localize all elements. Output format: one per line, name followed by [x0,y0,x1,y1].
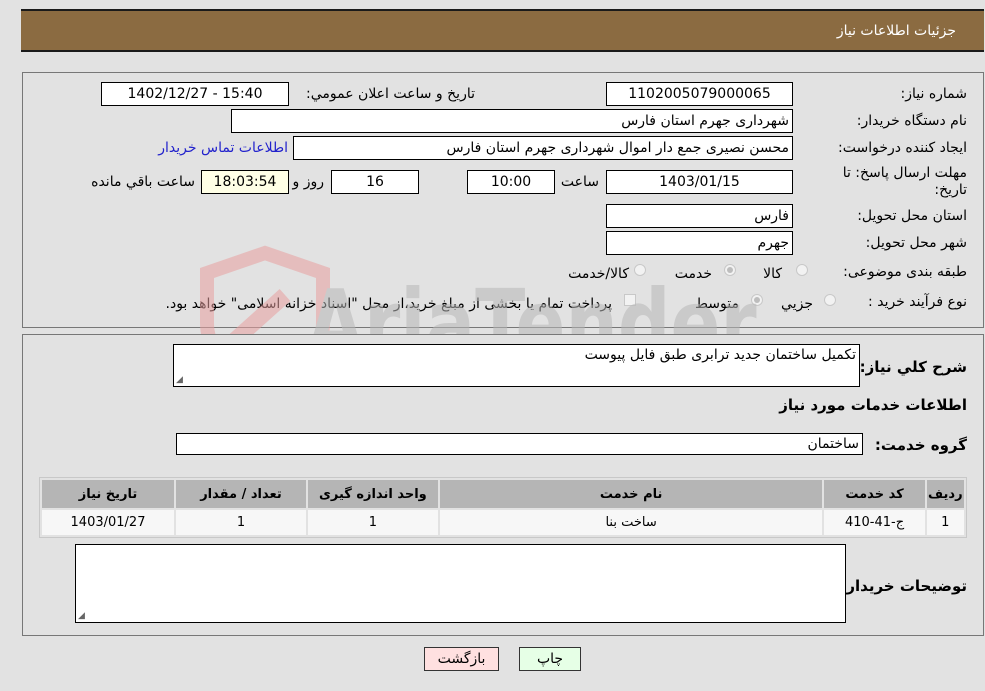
table-row: 1 ج-41-410 ساخت بنا 1 1 1403/01/27 [42,510,964,535]
services-heading: اطلاعات خدمات مورد نیاز [779,396,967,414]
creator-label: ایجاد کننده درخواست: [838,140,967,156]
category-radio-goods[interactable] [796,264,808,276]
service-group-field: ساختمان [176,433,863,455]
remaining-time-field: 18:03:54 [201,170,289,194]
days-label: روز و [292,174,325,190]
announce-label: تاریخ و ساعت اعلان عمومي: [306,86,475,102]
deadline-time-label: ساعت [560,174,599,190]
process-radio-minor[interactable] [824,294,836,306]
process-option-minor: جزیي [781,296,813,312]
category-label: طبقه بندی موضوعی: [843,264,967,280]
city-field: جهرم [606,231,793,255]
col-header-quantity: تعداد / مقدار [176,480,306,508]
page-header: جزئیات اطلاعات نیاز [21,9,984,52]
days-remaining-field: 16 [331,170,419,194]
cell-service-name: ساخت بنا [439,510,823,535]
description-label: شرح کلي نیاز: [859,358,967,376]
category-option-service: خدمت [674,266,712,282]
process-option-medium: متوسط [695,296,739,312]
description-text: تکمیل ساختمان جدید ترابری طبق فایل پیوست [584,347,856,363]
cell-row-number: 1 [926,510,964,535]
cell-unit: 1 [307,510,438,535]
resize-grip-icon[interactable]: ◢ [176,375,183,385]
cell-quantity: 1 [176,510,306,535]
col-header-service-code: کد خدمت [824,480,925,508]
deadline-time-field: 10:00 [467,170,555,194]
buyer-contact-link[interactable]: اطلاعات تماس خریدار [158,140,288,156]
category-radio-goods-service[interactable] [634,264,646,276]
remaining-label: ساعت باقي مانده [91,174,195,190]
city-label: شهر محل تحویل: [865,235,967,251]
creator-field: محسن نصیری جمع دار اموال شهرداری جهرم اس… [293,136,793,160]
deadline-label: مهلت ارسال پاسخ: تا تاریخ: [842,165,967,198]
cell-need-date: 1403/01/27 [42,510,175,535]
category-option-goods-service: کالا/خدمت [568,266,629,282]
col-header-unit: واحد اندازه گیری [307,480,438,508]
province-field: فارس [606,204,793,228]
process-label: نوع فرآیند خرید : [868,294,967,310]
need-number-field: 1102005079000065 [606,82,793,106]
province-label: استان محل تحویل: [857,208,967,224]
col-header-need-date: تاریخ نیاز [42,480,175,508]
buyer-notes-textarea[interactable]: ◢ [75,544,846,623]
category-radio-service[interactable] [724,264,736,276]
buyer-org-label: نام دستگاه خریدار: [856,113,967,129]
col-header-row-number: ردیف [926,480,964,508]
deadline-date-field: 1403/01/15 [606,170,793,194]
category-option-goods: کالا [763,266,782,282]
services-table: ردیف کد خدمت نام خدمت واحد اندازه گیری ت… [39,477,967,538]
need-number-label: شماره نیاز: [900,86,968,102]
col-header-service-name: نام خدمت [439,480,823,508]
print-button[interactable]: چاپ [519,647,581,671]
process-radio-medium[interactable] [751,294,763,306]
cell-service-code: ج-41-410 [824,510,925,535]
resize-grip-icon[interactable]: ◢ [78,611,85,621]
treasury-checkbox[interactable] [624,294,636,306]
service-group-label: گروه خدمت: [874,436,967,454]
back-button[interactable]: بازگشت [424,647,499,671]
buyer-notes-label: توضیحات خریدار: [840,577,967,595]
description-textarea[interactable]: تکمیل ساختمان جدید ترابری طبق فایل پیوست… [173,344,860,387]
page-title: جزئیات اطلاعات نیاز [836,23,956,39]
table-header-row: ردیف کد خدمت نام خدمت واحد اندازه گیری ت… [42,480,964,508]
buyer-org-field: شهرداری جهرم استان فارس [231,109,793,133]
announce-datetime-field: 1402/12/27 - 15:40 [101,82,289,106]
treasury-note: پرداخت تمام یا بخشی از مبلغ خرید،از محل … [165,296,612,312]
